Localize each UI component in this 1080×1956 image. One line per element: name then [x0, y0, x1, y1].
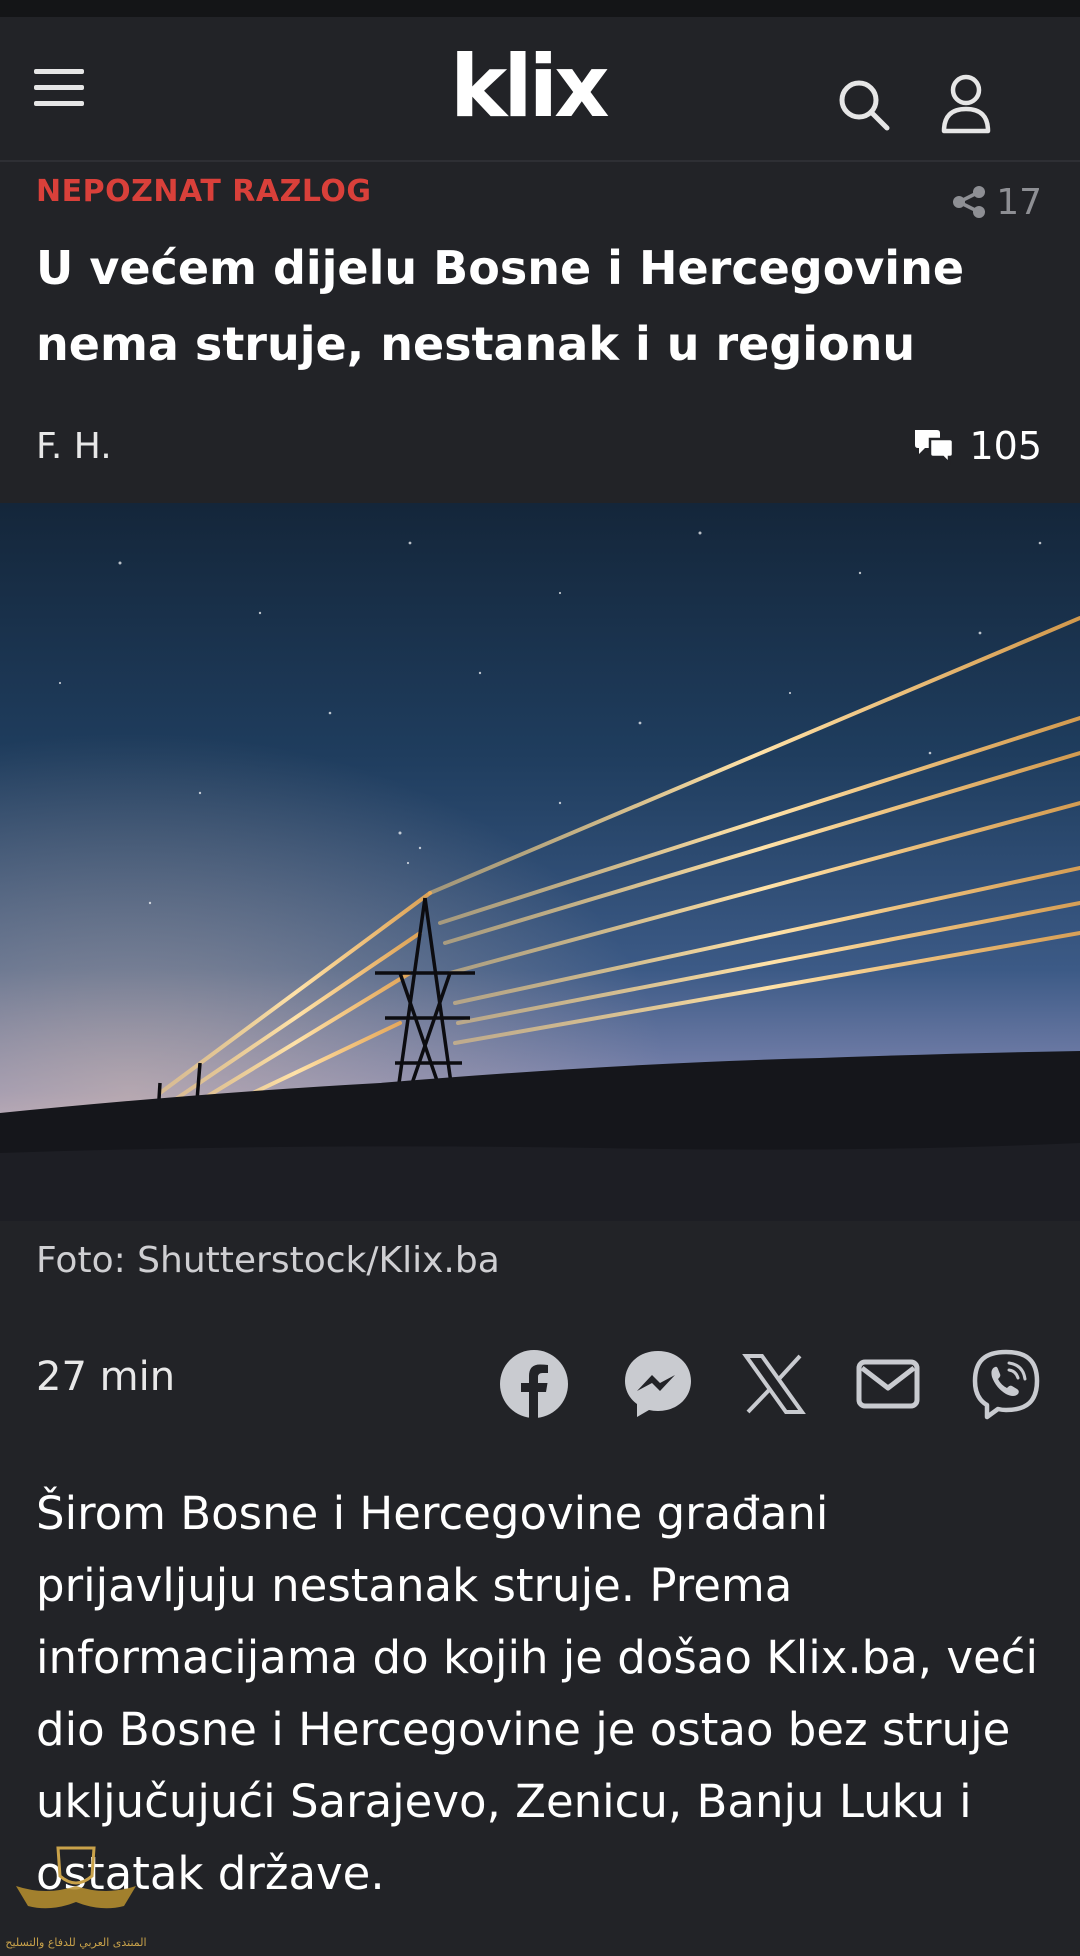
comments-icon: [915, 430, 955, 465]
share-icon: [953, 186, 986, 218]
hamburger-menu-icon[interactable]: [34, 67, 84, 107]
viber-icon[interactable]: [970, 1348, 1042, 1420]
photo-caption: Foto: Shutterstock/Klix.ba: [36, 1240, 500, 1281]
x-twitter-icon[interactable]: [738, 1348, 810, 1420]
svg-text:المنتدى العربي للدفاع والتسليح: المنتدى العربي للدفاع والتسليح: [6, 1936, 146, 1949]
share-count-button[interactable]: 17: [952, 180, 1042, 224]
search-icon[interactable]: [836, 77, 892, 133]
article-headline: U većem dijelu Bosne i Hercegovine nema …: [36, 241, 965, 371]
klix-logo[interactable]: klix: [450, 44, 610, 130]
article-lead-paragraph: Širom Bosne i Hercegovine građani prijav…: [36, 1487, 1038, 1900]
article-hero-image[interactable]: [0, 503, 1080, 1221]
facebook-icon[interactable]: [498, 1348, 570, 1420]
email-icon[interactable]: [852, 1348, 924, 1420]
forum-watermark-logo: المنتدى العربي للدفاع والتسليح: [6, 1846, 146, 1949]
published-time: 27 min: [36, 1354, 176, 1400]
article-author[interactable]: F. H.: [36, 426, 112, 467]
comment-count: 105: [969, 424, 1042, 468]
status-bar: [0, 0, 1080, 17]
messenger-icon[interactable]: [622, 1348, 694, 1420]
user-account-icon[interactable]: [940, 73, 992, 135]
top-navigation-bar: klix: [0, 17, 1080, 162]
share-count: 17: [996, 181, 1042, 223]
comments-button[interactable]: 105: [913, 424, 1042, 468]
article-kicker[interactable]: NEPOZNAT RAZLOG: [36, 174, 372, 214]
